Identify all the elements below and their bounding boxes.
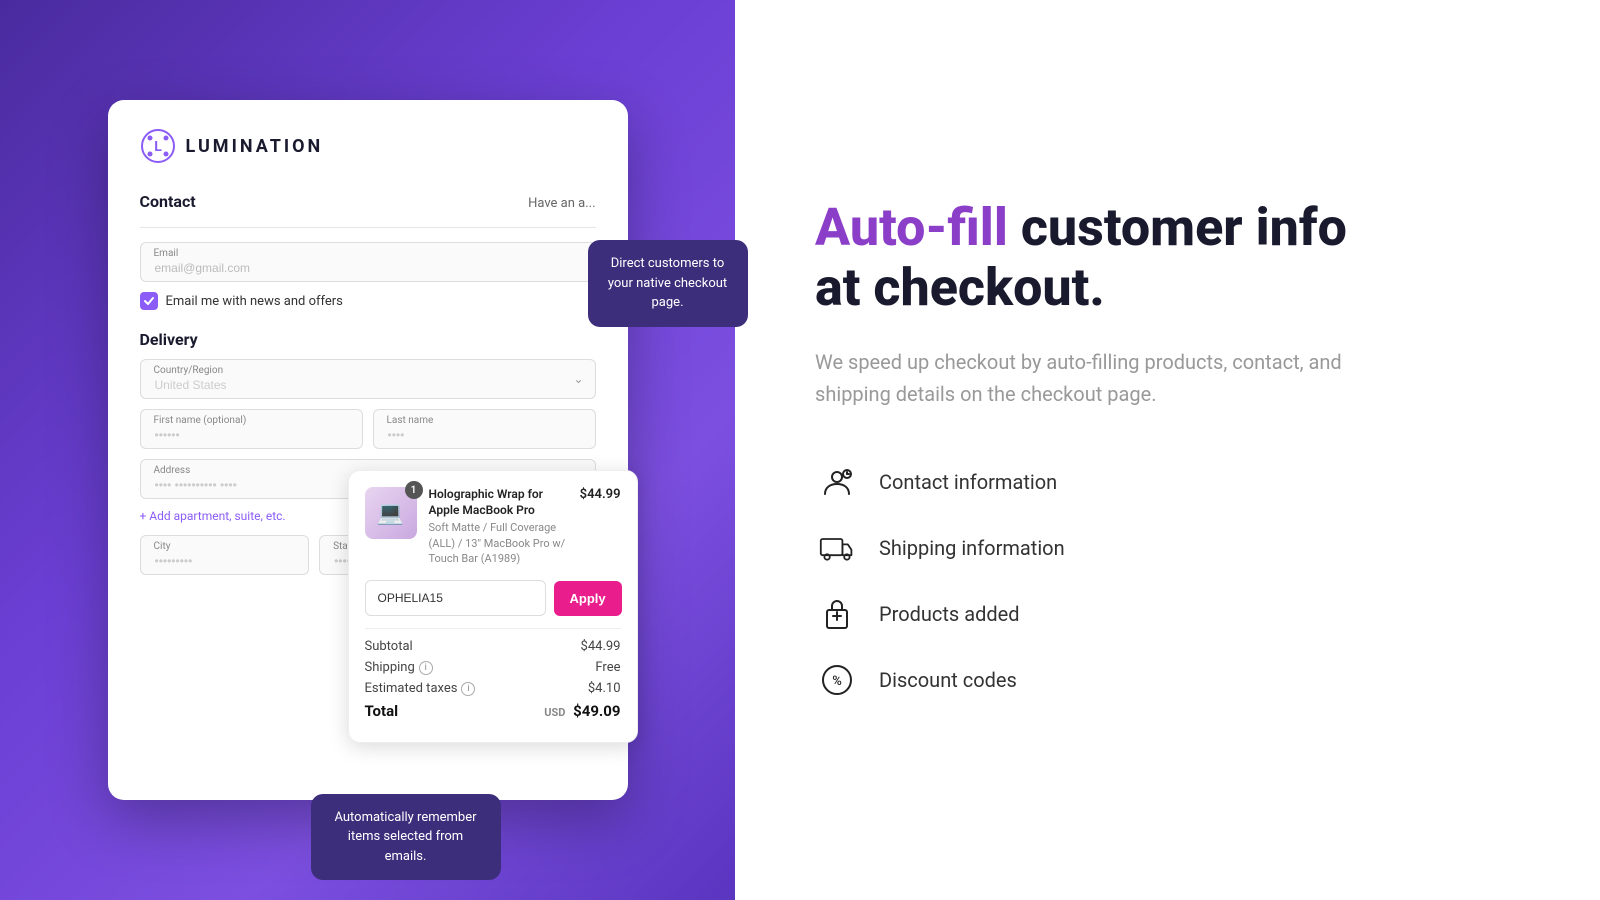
shipping-label: Shipping [365, 660, 415, 675]
discount-row: Apply [365, 580, 621, 616]
city-input[interactable] [140, 535, 310, 575]
product-variant: Soft Matte / Full Coverage (ALL) / 13" M… [429, 520, 568, 566]
feature-discount: % Discount codes [815, 658, 1395, 702]
total-amount: USD $49.09 [544, 702, 620, 720]
subtotal-row: Subtotal $44.99 [365, 639, 621, 654]
svg-text:L: L [154, 139, 162, 155]
checkbox-label: Email me with news and offers [166, 294, 343, 309]
shipping-info-icon: i [419, 661, 433, 675]
last-name-label: Last name [387, 415, 434, 426]
shipping-label-wrap: Shipping i [365, 660, 433, 675]
shipping-icon [815, 526, 859, 570]
feature-list: Contact information Shipping information [815, 460, 1395, 702]
last-name-wrapper: Last name [373, 409, 596, 449]
tooltip-checkout: Direct customers to your native checkout… [588, 240, 748, 327]
taxes-label: Estimated taxes [365, 681, 458, 696]
feature-contact: Contact information [815, 460, 1395, 504]
product-name: Holographic Wrap for Apple MacBook Pro [429, 487, 568, 518]
taxes-value: $4.10 [588, 681, 621, 696]
usd-label: USD [544, 706, 565, 719]
product-price: $44.99 [580, 487, 621, 502]
discount-input[interactable] [365, 580, 546, 616]
grand-total-row: Total USD $49.09 [365, 702, 621, 720]
email-checkbox[interactable] [140, 292, 158, 310]
checkbox-row: Email me with news and offers [140, 292, 596, 310]
taxes-label-wrap: Estimated taxes i [365, 681, 476, 696]
quantity-badge: 1 [405, 481, 423, 499]
first-name-wrapper: First name (optional) [140, 409, 363, 449]
apply-button[interactable]: Apply [554, 581, 622, 616]
address-label: Address [154, 465, 191, 476]
logo-text: LUMINATION [186, 136, 324, 157]
right-panel: Auto-fill customer info at checkout. We … [735, 0, 1600, 900]
delivery-title: Delivery [140, 330, 198, 349]
country-wrapper: Country/Region United States ⌄ [140, 359, 596, 399]
discount-icon: % [815, 658, 859, 702]
svg-text:%: % [832, 674, 842, 689]
shipping-row: Shipping i Free [365, 660, 621, 675]
city-wrapper: City [140, 535, 310, 575]
left-panel: L LUMINATION Contact Have an a... Email [0, 0, 735, 900]
country-select[interactable]: United States [140, 359, 596, 399]
total-label: Total [365, 702, 399, 720]
shipping-value: Free [595, 660, 620, 675]
subtotal-value: $44.99 [581, 639, 621, 654]
tooltip-remember: Automatically remember items selected fr… [311, 794, 501, 881]
email-label: Email [154, 248, 179, 259]
contact-divider [140, 227, 596, 228]
contact-icon [815, 460, 859, 504]
headline: Auto-fill customer info at checkout. [815, 198, 1395, 318]
checkmark-icon [143, 295, 155, 307]
feature-products-label: Products added [879, 602, 1020, 626]
feature-shipping: Shipping information [815, 526, 1395, 570]
subtotal-label: Subtotal [365, 639, 413, 654]
email-input[interactable] [140, 242, 596, 282]
checkout-card: L LUMINATION Contact Have an a... Email [108, 100, 628, 800]
taxes-row: Estimated taxes i $4.10 [365, 681, 621, 696]
headline-accent: Auto-fill [815, 197, 1008, 258]
email-wrapper: Email [140, 242, 596, 282]
logo-icon: L [140, 128, 176, 164]
feature-discount-label: Discount codes [879, 668, 1017, 692]
first-name-label: First name (optional) [154, 415, 247, 426]
order-panel: 💻 1 Holographic Wrap for Apple MacBook P… [348, 470, 638, 743]
contact-title: Contact [140, 192, 196, 211]
totals-section: Subtotal $44.99 Shipping i Free Estimate… [365, 628, 621, 720]
products-icon [815, 592, 859, 636]
feature-products: Products added [815, 592, 1395, 636]
name-row: First name (optional) Last name [140, 409, 596, 449]
product-row: 💻 1 Holographic Wrap for Apple MacBook P… [365, 487, 621, 566]
feature-shipping-label: Shipping information [879, 536, 1065, 560]
logo-area: L LUMINATION [140, 128, 596, 164]
contact-header: Contact Have an a... [140, 192, 596, 215]
have-account-text: Have an a... [528, 196, 595, 211]
subtitle: We speed up checkout by auto-filling pro… [815, 346, 1395, 410]
right-content: Auto-fill customer info at checkout. We … [815, 198, 1395, 702]
feature-contact-label: Contact information [879, 470, 1057, 494]
product-image-wrap: 💻 1 [365, 487, 417, 539]
product-details: Holographic Wrap for Apple MacBook Pro S… [429, 487, 568, 566]
taxes-info-icon: i [461, 682, 475, 696]
total-value: $49.09 [573, 702, 620, 720]
